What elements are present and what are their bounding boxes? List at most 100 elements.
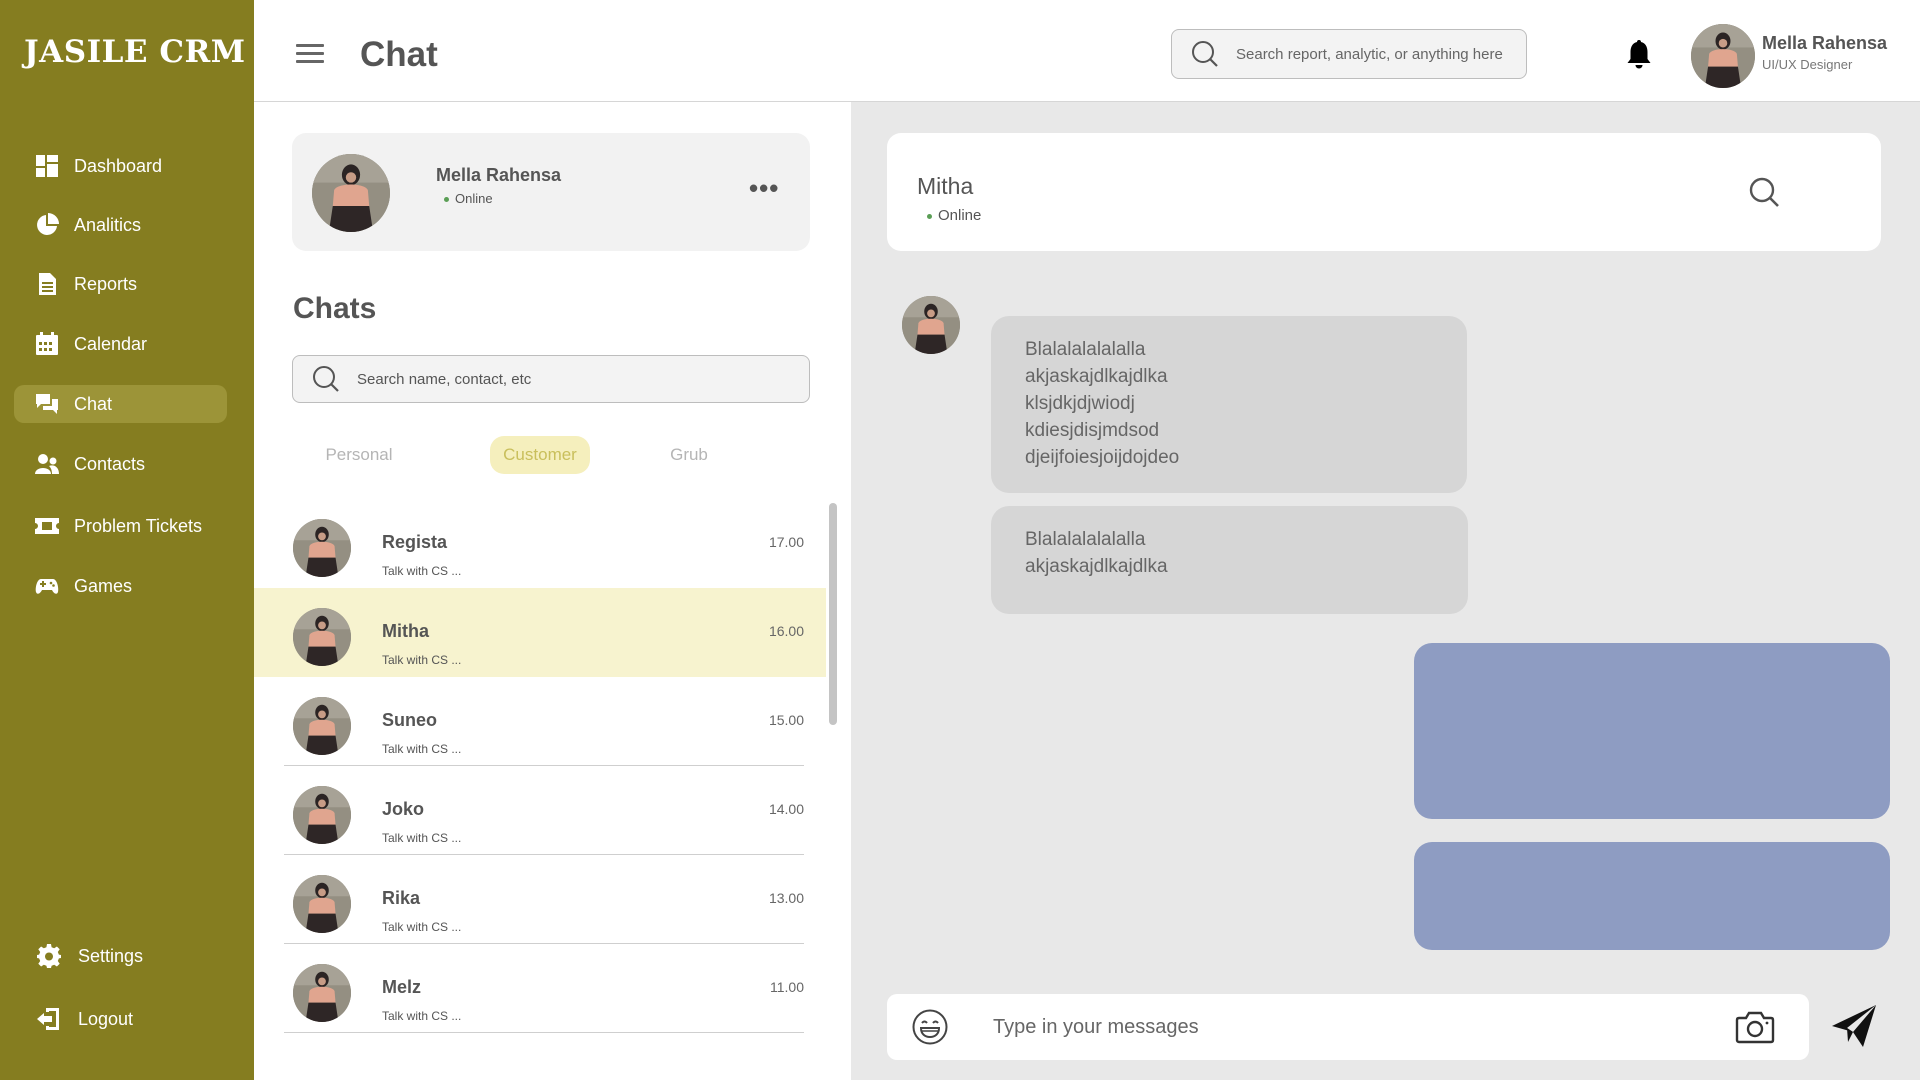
status-text: Online: [938, 207, 982, 224]
avatar: [293, 519, 351, 577]
document-icon: [34, 271, 60, 297]
contact-name: Joko: [382, 799, 425, 819]
contacts-icon: [34, 451, 60, 477]
dashboard-icon: [34, 153, 60, 179]
bell-icon[interactable]: [1624, 38, 1654, 70]
contact-name: Melz: [382, 977, 422, 997]
ticket-icon: [34, 513, 60, 539]
sidebar-item-chat[interactable]: Chat: [14, 385, 227, 423]
pie-chart-icon: [34, 212, 60, 238]
sidebar-item-label: Logout: [78, 1008, 134, 1029]
list-item[interactable]: Mitha Talk with CS ... 16.00: [254, 588, 826, 677]
avatar[interactable]: [1691, 24, 1755, 88]
profile-status: Online: [444, 191, 493, 206]
sidebar-item-reports[interactable]: Reports: [14, 265, 227, 303]
outgoing-message: [1414, 842, 1890, 950]
message-line: Blalalalalalalla: [1025, 529, 1146, 550]
sidebar-item-analitics[interactable]: Analitics: [14, 206, 227, 244]
search-icon: [313, 366, 339, 392]
conversation-header: Mitha Online: [887, 133, 1881, 251]
sidebar-item-contacts[interactable]: Contacts: [14, 445, 227, 483]
contact-name: Suneo: [382, 710, 438, 730]
contact-name: Mitha: [382, 621, 429, 641]
chat-list-scrollbar[interactable]: [829, 503, 837, 725]
list-item[interactable]: Melz Talk with CS ... 11.00: [254, 944, 826, 1033]
global-search[interactable]: [1171, 29, 1527, 79]
page-title: Chat: [360, 35, 438, 74]
list-item[interactable]: Regista Talk with CS ... 17.00: [254, 499, 826, 588]
message-time: 14.00: [768, 801, 804, 817]
message-preview: Talk with CS ...: [382, 564, 462, 578]
avatar: [293, 875, 351, 933]
logout-icon: [36, 1006, 62, 1032]
sidebar-item-label: Problem Tickets: [74, 515, 203, 536]
sidebar-item-label: Contacts: [74, 453, 146, 474]
sidebar-item-logout[interactable]: Logout: [14, 1000, 227, 1038]
message-line: kdiesjdisjmdsod: [1025, 420, 1160, 441]
outgoing-message: [1414, 643, 1890, 819]
avatar: [312, 154, 390, 232]
avatar: [293, 608, 351, 666]
sidebar-item-label: Games: [74, 575, 133, 596]
sidebar-item-label: Settings: [78, 945, 144, 966]
sidebar-item-label: Dashboard: [74, 155, 163, 176]
search-icon: [1192, 41, 1218, 67]
sidebar-item-calendar[interactable]: Calendar: [14, 325, 227, 363]
conversation-panel: Mitha Online Blalalalalalalla akjaskajdl…: [851, 102, 1920, 1080]
online-dot-icon: [444, 197, 449, 203]
search-icon[interactable]: [1747, 175, 1781, 209]
message-line: djeijfoiesjoijdojdeo: [1025, 447, 1180, 468]
list-item[interactable]: Rika Talk with CS ... 13.00: [254, 855, 826, 944]
incoming-message: Blalalalalalalla akjaskajdlkajdlka klsjd…: [991, 316, 1467, 493]
gamepad-icon: [34, 573, 60, 599]
avatar: [293, 697, 351, 755]
message-line: akjaskajdlkajdlka: [1025, 556, 1168, 577]
sidebar: JASILE CRM Dashboard Analitics Reports C…: [0, 0, 254, 1080]
tab-grub[interactable]: Grub: [649, 436, 729, 474]
user-role: UI/UX Designer: [1762, 57, 1853, 72]
avatar: [902, 296, 960, 354]
message-preview: Talk with CS ...: [382, 1009, 462, 1023]
message-preview: Talk with CS ...: [382, 831, 462, 845]
sidebar-item-settings[interactable]: Settings: [14, 937, 227, 975]
incoming-message: Blalalalalalalla akjaskajdlkajdlka: [991, 506, 1468, 614]
message-time: 15.00: [768, 712, 804, 728]
message-time: 13.00: [768, 890, 804, 906]
message-line: Blalalalalalalla: [1025, 339, 1146, 360]
sidebar-item-label: Reports: [74, 273, 138, 294]
emoji-icon[interactable]: [911, 1008, 949, 1046]
sidebar-item-dashboard[interactable]: Dashboard: [14, 147, 227, 185]
message-time: 17.00: [768, 534, 804, 550]
message-input[interactable]: [993, 1012, 1693, 1042]
calendar-icon: [34, 331, 60, 357]
chats-heading: Chats: [293, 292, 377, 325]
list-item[interactable]: Suneo Talk with CS ... 15.00: [254, 677, 826, 766]
contact-search-input[interactable]: [357, 370, 777, 388]
more-options-icon[interactable]: •••: [749, 173, 779, 204]
hamburger-menu-icon[interactable]: [296, 44, 324, 66]
sidebar-item-label: Analitics: [74, 214, 142, 235]
global-search-input[interactable]: [1236, 45, 1506, 63]
message-composer: [887, 994, 1809, 1060]
camera-icon[interactable]: [1735, 1008, 1775, 1046]
user-name: Mella Rahensa: [1762, 33, 1888, 53]
tab-personal[interactable]: Personal: [314, 436, 404, 474]
brand-logo: JASILE CRM: [24, 34, 246, 70]
online-dot-icon: [927, 213, 932, 219]
contact-name: Regista: [382, 532, 448, 552]
divider: [284, 1032, 804, 1033]
message-time: 16.00: [768, 623, 804, 639]
sidebar-item-games[interactable]: Games: [14, 567, 227, 605]
sidebar-item-problem-tickets[interactable]: Problem Tickets: [14, 507, 227, 545]
contact-search[interactable]: [292, 355, 810, 403]
message-line: akjaskajdlkajdlka: [1025, 366, 1168, 387]
list-item[interactable]: Joko Talk with CS ... 14.00: [254, 766, 826, 855]
avatar: [293, 786, 351, 844]
chat-icon: [34, 391, 60, 417]
sidebar-item-label: Chat: [74, 393, 113, 414]
gear-icon: [36, 943, 62, 969]
status-text: Online: [455, 191, 493, 206]
tab-customer[interactable]: Customer: [490, 436, 590, 474]
profile-card: Mella Rahensa Online •••: [292, 133, 810, 251]
send-icon[interactable]: [1830, 1002, 1878, 1050]
